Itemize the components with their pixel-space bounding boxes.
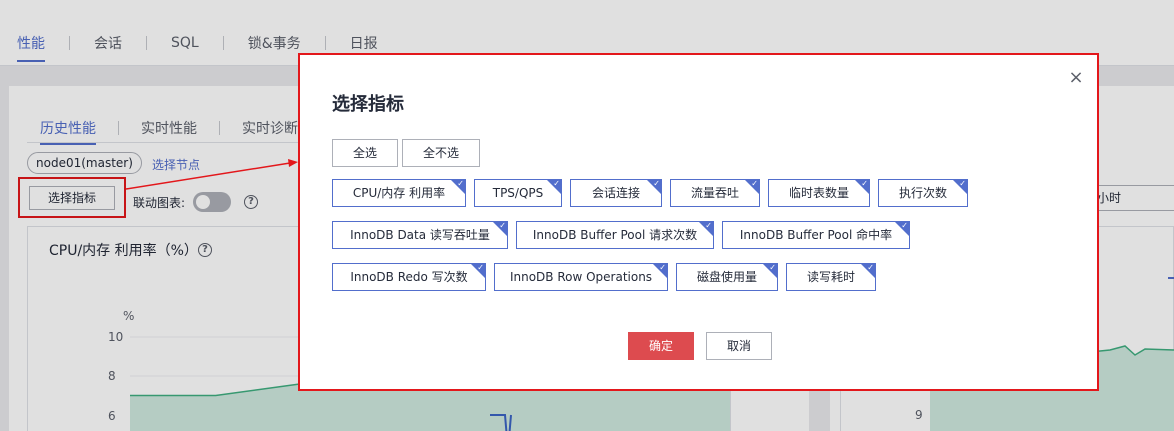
option-label: TPS/QPS	[492, 186, 544, 200]
option-buffer-pool-hit-rate[interactable]: InnoDB Buffer Pool 命中率 ✓	[722, 221, 910, 249]
option-disk-usage[interactable]: 磁盘使用量 ✓	[676, 263, 778, 291]
option-rw-latency[interactable]: 读写耗时 ✓	[786, 263, 876, 291]
option-executions[interactable]: 执行次数 ✓	[878, 179, 968, 207]
option-label: InnoDB Buffer Pool 命中率	[739, 228, 893, 242]
option-sessions[interactable]: 会话连接 ✓	[570, 179, 662, 207]
option-temp-tables[interactable]: 临时表数量 ✓	[768, 179, 870, 207]
option-tps-qps[interactable]: TPS/QPS ✓	[474, 179, 562, 207]
option-label: 会话连接	[591, 186, 640, 200]
option-label: 磁盘使用量	[696, 270, 757, 284]
close-icon[interactable]: ×	[1068, 69, 1084, 87]
dialog-title: 选择指标	[332, 94, 404, 115]
option-label: CPU/内存 利用率	[352, 186, 446, 200]
select-none-button[interactable]: 全不选	[402, 139, 480, 167]
check-icon: ✓	[867, 263, 874, 272]
annotation-arrow-head	[288, 159, 298, 167]
option-label: InnoDB Row Operations	[509, 270, 653, 284]
check-icon: ✓	[553, 179, 560, 188]
check-icon: ✓	[769, 263, 776, 272]
annotation-arrow-line	[125, 162, 291, 190]
check-icon: ✓	[499, 221, 506, 230]
option-label: 读写耗时	[806, 270, 855, 284]
option-label: InnoDB Data 读写吞吐量	[350, 228, 490, 242]
check-icon: ✓	[901, 221, 908, 230]
option-label: InnoDB Redo 写次数	[350, 270, 468, 284]
check-icon: ✓	[659, 263, 666, 272]
select-all-button[interactable]: 全选	[332, 139, 398, 167]
option-innodb-data[interactable]: InnoDB Data 读写吞吐量 ✓	[332, 221, 508, 249]
option-buffer-pool-requests[interactable]: InnoDB Buffer Pool 请求次数 ✓	[516, 221, 714, 249]
option-row-operations[interactable]: InnoDB Row Operations ✓	[494, 263, 668, 291]
confirm-button[interactable]: 确定	[628, 332, 694, 360]
check-icon: ✓	[705, 221, 712, 230]
option-cpu-memory[interactable]: CPU/内存 利用率 ✓	[332, 179, 466, 207]
option-throughput[interactable]: 流量吞吐 ✓	[670, 179, 760, 207]
check-icon: ✓	[477, 263, 484, 272]
cancel-button[interactable]: 取消	[706, 332, 772, 360]
check-icon: ✓	[653, 179, 660, 188]
select-metrics-dialog: 选择指标 × 全选 全不选 CPU/内存 利用率 ✓ TPS/QPS ✓ 会话连接 ✓…	[298, 53, 1099, 391]
check-icon: ✓	[861, 179, 868, 188]
check-icon: ✓	[457, 179, 464, 188]
option-label: InnoDB Buffer Pool 请求次数	[532, 228, 698, 242]
check-icon: ✓	[751, 179, 758, 188]
option-label: 临时表数量	[788, 186, 849, 200]
option-label: 流量吞吐	[690, 186, 739, 200]
option-label: 执行次数	[898, 186, 947, 200]
option-innodb-redo[interactable]: InnoDB Redo 写次数 ✓	[332, 263, 486, 291]
check-icon: ✓	[959, 179, 966, 188]
